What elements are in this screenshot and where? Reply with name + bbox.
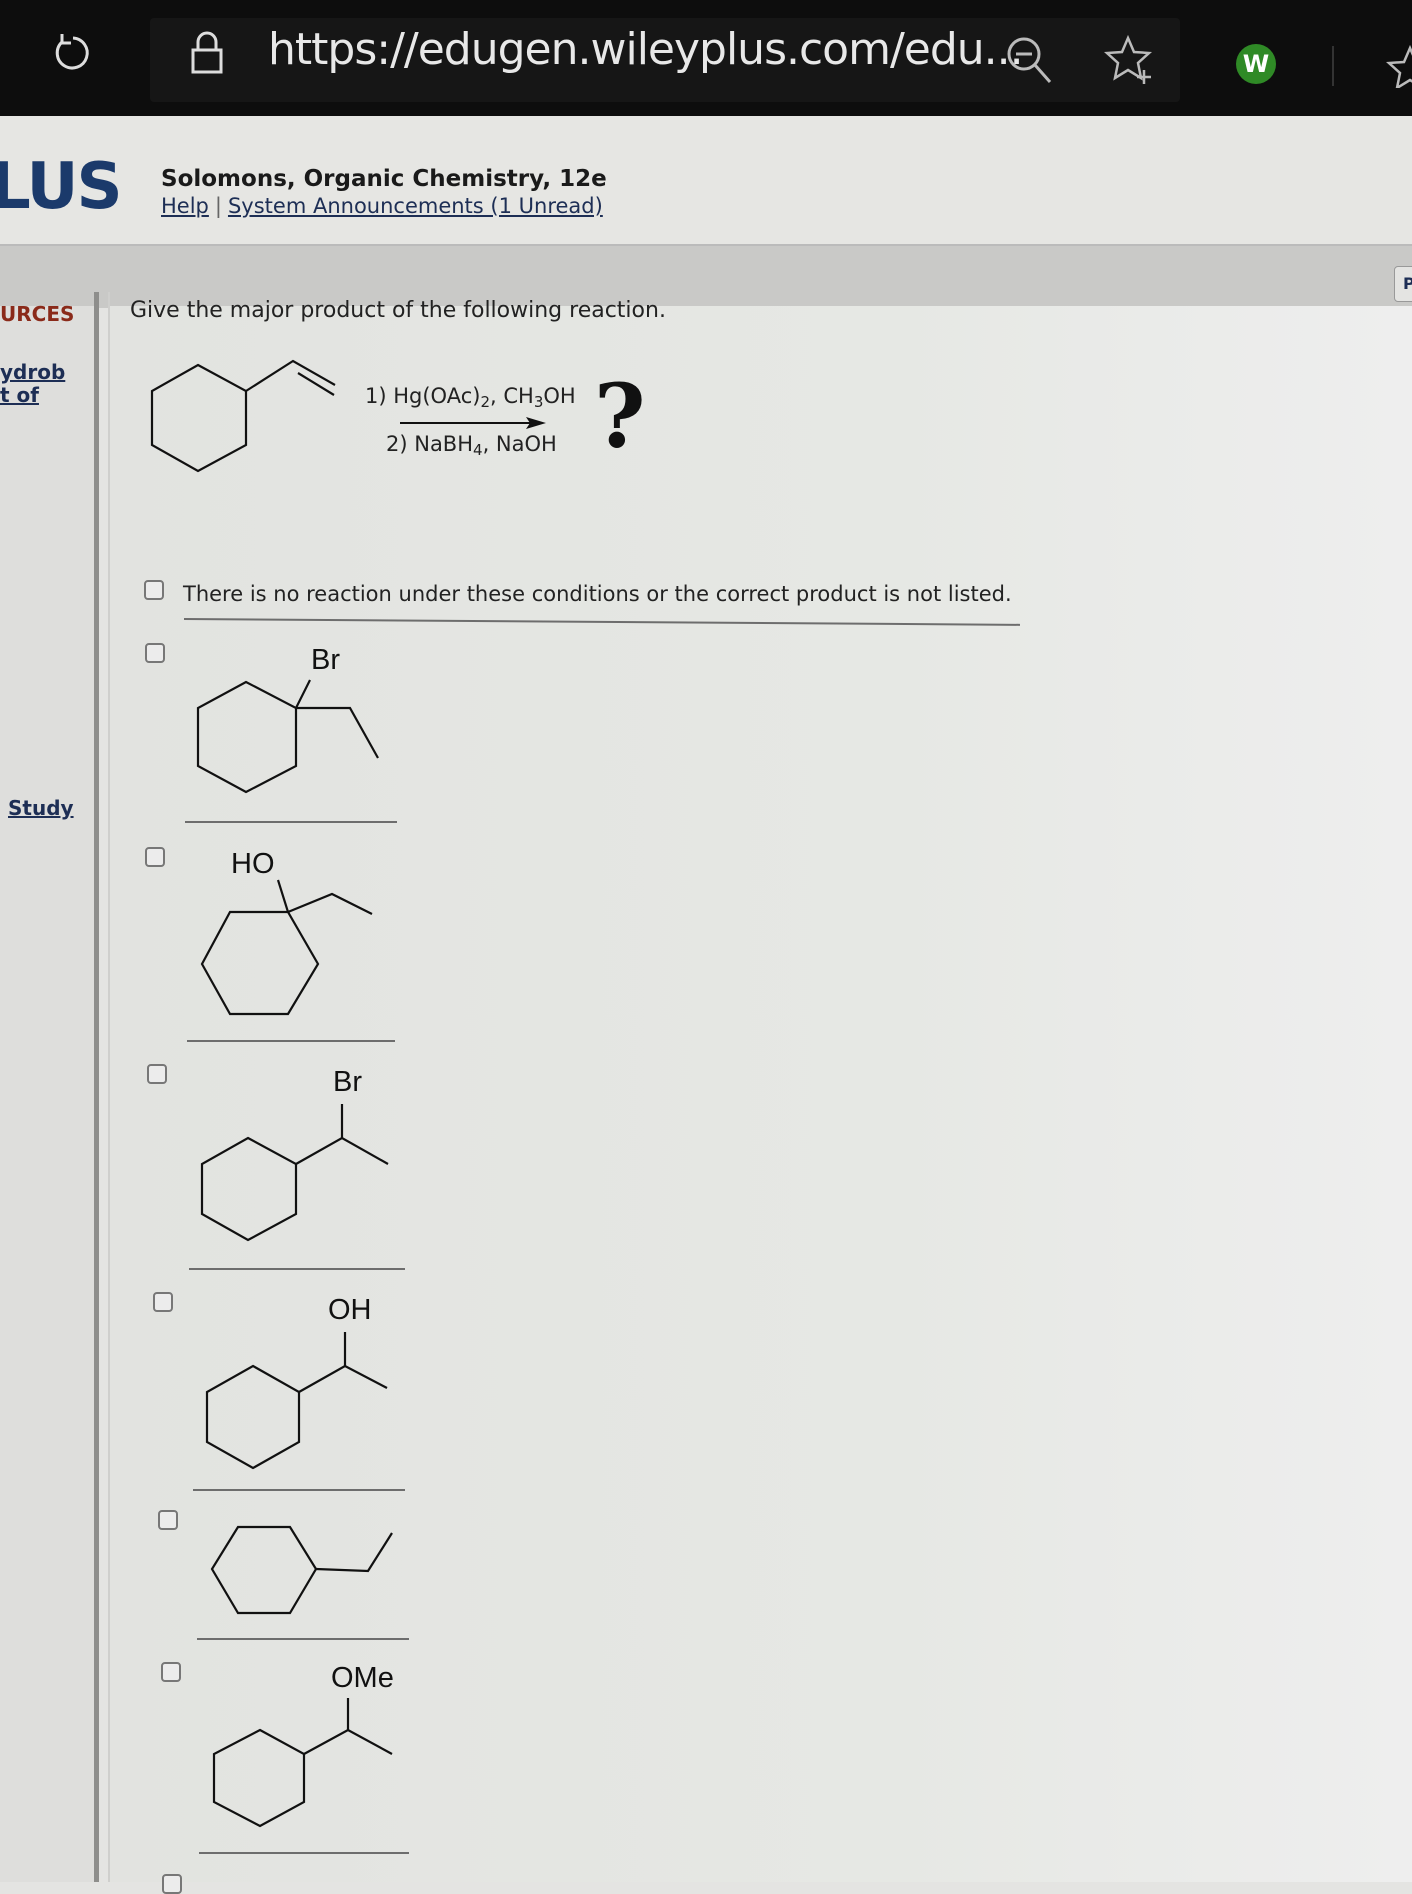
option-divider [187,1040,395,1042]
option-checkbox-3[interactable] [147,1064,167,1084]
option-divider [189,1268,405,1270]
announcements-link[interactable]: System Announcements (1 Unread) [228,194,603,218]
toolbar-separator [1332,46,1334,86]
band-right-button[interactable]: P [1394,266,1412,302]
option-checkbox-5[interactable] [158,1510,178,1530]
option-checkbox-next[interactable] [162,1874,182,1894]
option-6-structure [212,1694,404,1838]
option-1-substituent: Br [311,644,340,676]
option-divider [185,821,397,823]
option-1-structure [196,679,388,804]
option-6-substituent: OMe [331,1662,394,1694]
wileyplus-extension-icon[interactable]: W [1236,44,1276,84]
course-title: Solomons, Organic Chemistry, 12e [161,166,607,192]
sidebar-link-line1[interactable]: ydrob [0,360,65,384]
url-text[interactable]: https://edugen.wileyplus.com/edu... [268,24,1024,75]
option-checkbox-6[interactable] [161,1662,181,1682]
resources-sidebar [0,306,96,1882]
lock-icon[interactable] [190,30,224,74]
zoom-out-icon[interactable] [1004,34,1056,86]
reactant-structure [150,355,350,489]
option-divider [199,1852,409,1854]
link-separator: | [214,194,222,218]
reaction-arrow-icon [400,414,546,429]
option-divider [197,1638,409,1640]
sidebar-title: URCES [0,302,75,326]
sidebar-study-link[interactable]: Study [8,796,74,820]
browser-toolbar: https://edugen.wileyplus.com/edu... W [0,0,1412,116]
option-checkbox-4[interactable] [153,1292,173,1312]
favorites-icon[interactable] [1385,44,1412,91]
option-checkbox-1[interactable] [145,643,165,663]
question-prompt: Give the major product of the following … [130,298,666,323]
unknown-product-mark: ? [594,364,646,468]
question-content-area [110,306,1412,1882]
option-divider [193,1489,405,1491]
sidebar-divider[interactable] [94,292,99,1882]
option-2-structure [200,879,382,1018]
option-3-substituent: Br [333,1066,362,1098]
option-label-no-reaction: There is no reaction under these conditi… [183,582,1012,606]
option-5-structure [210,1525,402,1629]
sidebar-link-line2[interactable]: t of [0,383,39,407]
reagent-step-2: 2) NaBH4, NaOH [386,432,557,459]
option-4-substituent: OH [328,1294,372,1326]
option-3-structure [200,1100,392,1254]
add-favorite-icon[interactable] [1103,34,1156,86]
option-checkbox-2[interactable] [145,847,165,867]
wileyplus-logo[interactable]: LUS [0,150,123,224]
reload-icon[interactable] [50,30,96,76]
option-2-substituent: HO [231,848,275,880]
help-link[interactable]: Help [161,194,209,218]
option-checkbox-no-reaction[interactable] [144,580,164,600]
header-links: Help | System Announcements (1 Unread) [161,194,603,218]
reagent-step-1: 1) Hg(OAc)2, CH3OH [365,384,576,411]
option-4-structure [205,1328,397,1482]
